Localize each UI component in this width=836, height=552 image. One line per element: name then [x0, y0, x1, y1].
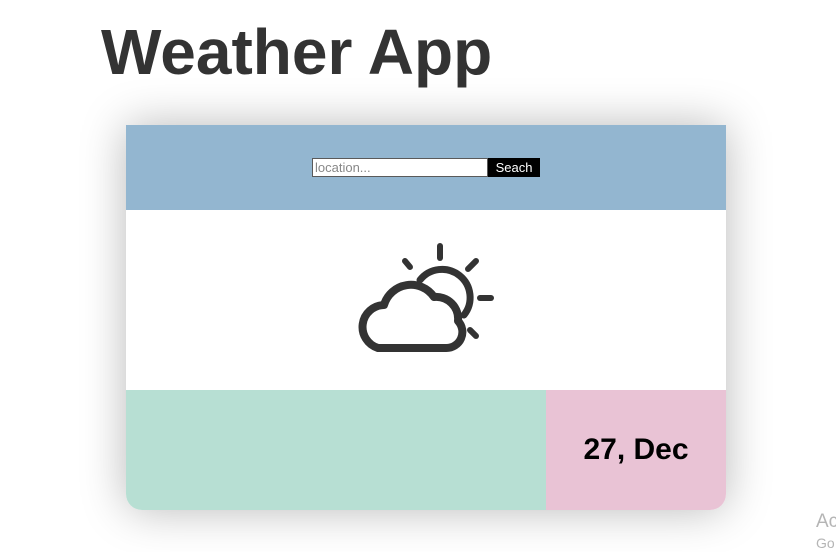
search-button[interactable]: Seach: [488, 158, 540, 177]
weather-info-panel: [126, 390, 546, 510]
date-panel: 27, Dec: [546, 390, 726, 510]
watermark-line-2: Go: [816, 535, 835, 551]
date-label: 27, Dec: [583, 433, 689, 466]
partly-cloudy-icon: [358, 243, 494, 352]
activation-watermark: Ac Go: [816, 510, 836, 552]
search-bar: Seach: [126, 125, 726, 210]
page-title: Weather App: [101, 16, 493, 88]
weather-icon-area: [126, 210, 726, 390]
search-input[interactable]: [312, 158, 488, 177]
bottom-row: 27, Dec: [126, 390, 726, 510]
watermark-line-1: Ac: [816, 511, 836, 532]
weather-card: Seach 27, Dec: [126, 125, 726, 510]
